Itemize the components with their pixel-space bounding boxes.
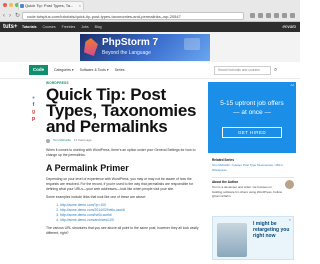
author-avatar xyxy=(46,138,50,143)
ad-subline: — at once — xyxy=(233,109,271,116)
social-share-bar: ● f g p xyxy=(31,96,36,122)
extension-icon[interactable] xyxy=(266,13,271,18)
reload-button[interactable]: ↻ xyxy=(15,12,20,20)
nav-item-blog[interactable]: Blog xyxy=(95,22,102,32)
phpstorm-logo-icon xyxy=(84,38,98,56)
related-item[interactable]: Tom McFarlin: Custom Post Type Taxonomie… xyxy=(212,163,294,172)
search-input[interactable]: Search tutorials and courses xyxy=(214,66,271,75)
favicon-icon xyxy=(20,4,24,8)
author-link[interactable]: Tom McFarlin xyxy=(53,138,71,143)
section-heading: A Permalink Primer xyxy=(46,163,129,173)
category-bar: Code Categories ▾ Software & Tools ▾ Ser… xyxy=(0,62,300,79)
ad-image xyxy=(217,223,247,257)
about-author: About the Author Tom is a developer and … xyxy=(212,180,294,199)
menu-icon[interactable] xyxy=(290,13,295,18)
browser-tab[interactable]: Quick Tip: Post Types, Ta... × xyxy=(18,1,84,10)
address-bar[interactable]: code.tutsplus.com/tutorials/quick-tip-po… xyxy=(22,12,244,20)
extension-icon[interactable] xyxy=(250,13,255,18)
author-avatar xyxy=(285,180,294,189)
close-icon[interactable]: × xyxy=(289,217,291,222)
back-button[interactable]: ‹ xyxy=(3,12,5,20)
close-tab-icon[interactable]: × xyxy=(79,2,81,10)
forward-button[interactable]: › xyxy=(9,12,11,20)
software-tools-dropdown[interactable]: Software & Tools ▾ xyxy=(80,65,109,75)
facebook-icon[interactable]: f xyxy=(31,103,36,108)
extension-icon[interactable] xyxy=(282,13,287,18)
jetbrains-logo-icon xyxy=(184,38,200,50)
google-plus-icon[interactable]: g xyxy=(31,110,36,115)
extension-icon[interactable] xyxy=(274,13,279,18)
twitter-icon[interactable]: ● xyxy=(31,96,36,101)
article: WORDPRESS Quick Tip: Post Types, Taxonom… xyxy=(46,81,202,236)
banner-subtitle: Beyond the Language xyxy=(102,50,151,56)
browser-chrome: Quick Tip: Post Types, Ta... × ‹ › ↻ cod… xyxy=(0,0,300,22)
minimize-window-button[interactable] xyxy=(9,3,13,7)
categories-dropdown[interactable]: Categories ▾ xyxy=(54,65,74,75)
nav-item-courses[interactable]: Courses xyxy=(43,22,56,32)
tab-title: Quick Tip: Post Types, Ta... xyxy=(25,3,74,8)
extension-icons xyxy=(250,13,295,18)
category-links: Categories ▾ Software & Tools ▾ Series xyxy=(54,65,125,75)
nav-item-jobs[interactable]: Jobs xyxy=(81,22,88,32)
site-nav: tuts+ Tutorials Courses Freebies Jobs Bl… xyxy=(0,22,300,32)
ad-label: Ad xyxy=(290,83,294,87)
article-paragraph: The various URL structures that you see … xyxy=(46,226,199,235)
phpstorm-banner-ad[interactable]: PhpStorm 7 Beyond the Language xyxy=(80,34,210,61)
code-section-badge[interactable]: Code xyxy=(29,65,48,75)
address-row: ‹ › ↻ code.tutsplus.com/tutorials/quick-… xyxy=(0,11,300,22)
series-link[interactable]: Series xyxy=(115,65,125,75)
nav-item-freebies[interactable]: Freebies xyxy=(62,22,76,32)
ad-text: I might be retargeting you right now xyxy=(253,221,290,239)
banner-area: PhpStorm 7 Beyond the Language xyxy=(0,32,300,62)
job-offers-ad[interactable]: Ad 5-15 uptront job offers — at once — G… xyxy=(208,82,296,153)
example-links-list: http://acme.demo.com/?p=100 http://acme.… xyxy=(56,203,202,223)
ad-headline: 5-15 uptront job offers xyxy=(220,100,284,107)
author-bio: Tom is a developer and writer. He focuse… xyxy=(212,185,282,198)
pinterest-icon[interactable]: p xyxy=(31,117,36,122)
search-icon[interactable]: ⌕ xyxy=(274,67,277,74)
site-nav-items: Tutorials Courses Freebies Jobs Blog xyxy=(22,22,102,32)
extension-icon[interactable] xyxy=(258,13,263,18)
close-window-button[interactable] xyxy=(3,3,7,7)
related-series: Related Series Tom McFarlin: Custom Post… xyxy=(212,158,294,172)
list-item[interactable]: http://acme.demo.com/archives/100 xyxy=(60,218,202,223)
article-paragraph: Depending on your level of experience wi… xyxy=(46,177,194,191)
nav-item-tutorials[interactable]: Tutorials xyxy=(22,22,37,32)
article-title: Quick Tip: Post Types, Taxonomies and Pe… xyxy=(46,85,197,136)
tab-strip: Quick Tip: Post Types, Ta... × xyxy=(0,0,300,10)
publish-date: 17 hours ago xyxy=(74,138,92,142)
site-logo[interactable]: tuts+ xyxy=(3,23,18,31)
banner-title: PhpStorm 7 xyxy=(102,37,159,48)
article-paragraph: Some examples include links that look li… xyxy=(46,195,147,199)
envato-logo[interactable]: envato xyxy=(282,22,296,32)
sidebar-divider xyxy=(212,177,294,178)
window-controls xyxy=(3,3,19,7)
retargeting-ad[interactable]: I might be retargeting you right now × xyxy=(212,216,294,260)
article-byline: Tom McFarlin 17 hours ago xyxy=(46,138,202,143)
get-hired-button[interactable]: GET HIRED xyxy=(222,127,282,138)
article-intro: When it comes to working with WordPress,… xyxy=(46,148,196,157)
